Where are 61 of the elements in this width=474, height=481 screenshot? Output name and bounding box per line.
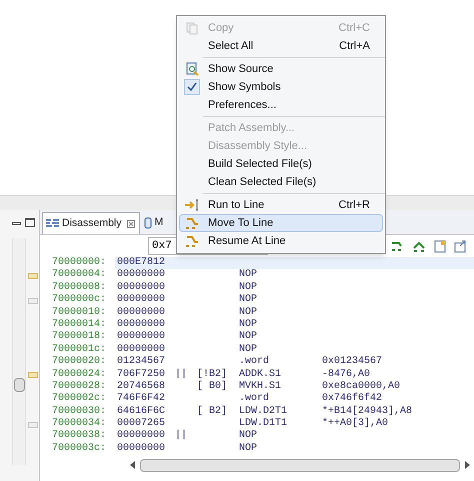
mnemonic-text: .word [239,393,270,406]
operand-text: 0x746f6f42 [322,393,382,406]
opcode-text: 00000000 [117,318,166,330]
opcode-text: 01234567 [117,356,166,368]
opcode-text: 00007265 [117,418,166,430]
mnemonic-text: LDW.D2T1 [239,406,288,418]
opcode-text: 000E7812 [117,257,166,268]
shortcut-text: Ctrl+C [338,20,370,36]
opcode-text: 00000000 [117,269,166,280]
opcode-text: 00000000 [117,442,166,454]
address-text: 70000034: [52,418,106,430]
opcode-text: 64616F6C [117,406,166,417]
operand-text: 0xe8ca0000,A0 [322,380,400,392]
address-text: 7000001c: [52,344,106,355]
mnemonic-text: NOP [239,318,258,331]
mnemonic-text: MVKH.S1 [239,380,282,392]
operand-text: *+B14[24943],A8 [322,406,412,418]
mnemonic-text: NOP [239,344,258,356]
address-text: 7000003c: [52,442,106,454]
predicate-text: [ B0] [197,380,228,394]
mnemonic-text: ADDK.S1 [239,368,282,381]
address-text: 7000000c: [52,294,106,306]
address-text: 70000010: [52,306,106,318]
mnemonic-text: .word [239,356,270,369]
address-text: 70000008: [52,282,106,293]
opcode-text: 746F6F42 [117,393,166,404]
address-text: 70000018: [52,331,106,342]
address-text: 70000038: [52,430,106,442]
parallel-bars: || [175,430,197,443]
address-text: 7000002c: [52,393,106,404]
mnemonic-text: NOP [239,306,258,319]
operand-text: -8476,A0 [322,368,370,381]
mnemonic-text: NOP [239,430,258,443]
address-text: 70000020: [52,356,106,368]
mnemonic-text: NOP [239,282,258,294]
address-text: 70000004: [52,269,106,280]
opcode-text: 00000000 [117,331,166,342]
operand-text: 0x01234567 [322,356,382,369]
opcode-text: 00000000 [117,344,166,355]
address-text: 70000024: [52,368,106,380]
shortcut-text: Ctrl+R [338,198,370,213]
predicate-text: [!B2] [197,368,228,380]
mnemonic-text: NOP [239,331,258,344]
mnemonic-text: NOP [239,269,258,282]
mnemonic-text: NOP [239,294,258,307]
mnemonic-text: NOP [239,442,258,456]
opcode-text: 00000000 [117,282,166,293]
opcode-text: 00000000 [117,430,166,442]
address-text: 70000000: [52,257,106,268]
address-text: 70000014: [52,318,106,330]
address-text: 70000028: [52,380,106,392]
parallel-bars: || [175,368,197,381]
predicate-text: [ B2] [197,406,228,418]
address-text: 70000030: [52,406,106,417]
opcode-text: 706F7250 [117,368,166,380]
opcode-text: 00000000 [117,294,166,306]
opcode-text: 20746568 [117,380,166,392]
shortcut-text: Ctrl+A [339,38,370,54]
mnemonic-text: LDW.D1T1 [239,418,288,430]
opcode-text: 00000000 [117,306,166,318]
operand-text: *++A0[3],A0 [322,418,388,430]
